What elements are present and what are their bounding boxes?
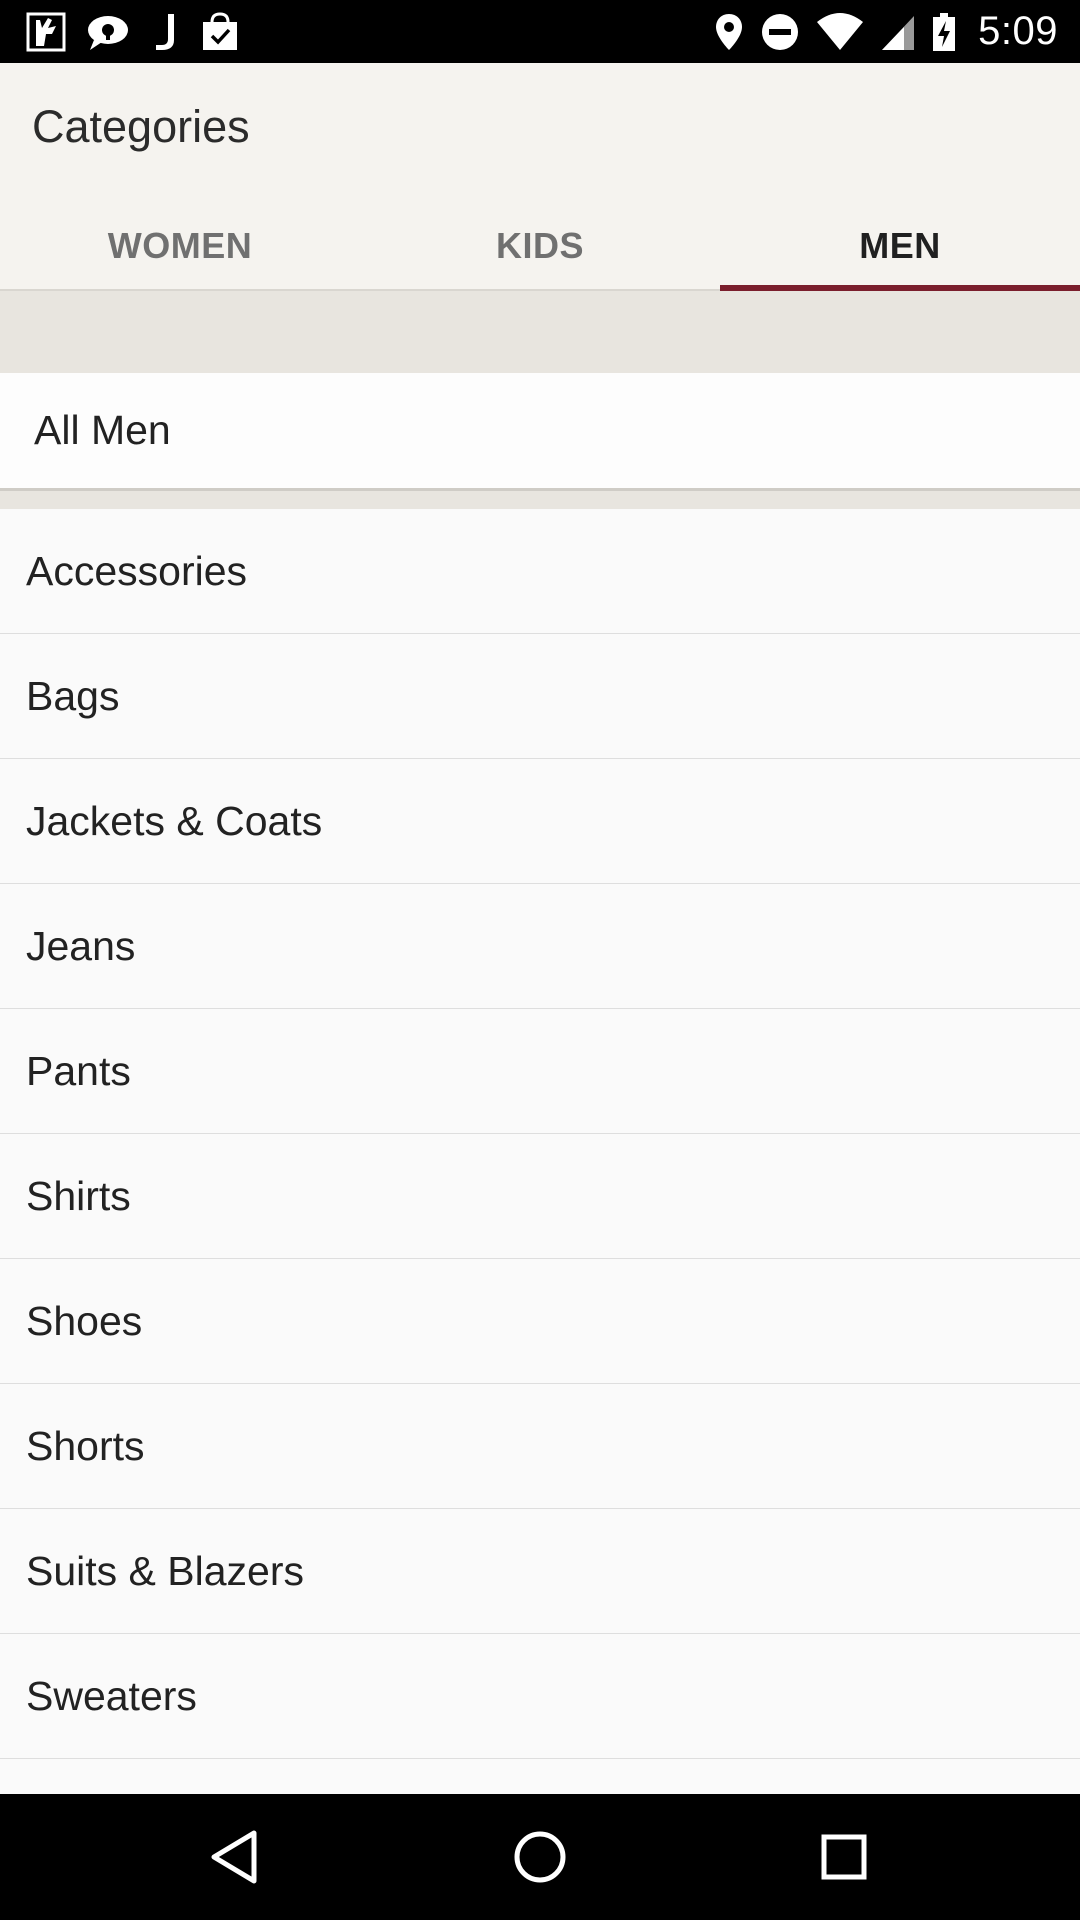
category-item-shoes[interactable]: Shoes (0, 1259, 1080, 1384)
tab-kids[interactable]: KIDS (360, 201, 720, 291)
cell-signal-icon (882, 15, 915, 50)
category-item-sweaters[interactable]: Sweaters (0, 1634, 1080, 1759)
category-item-jeans[interactable]: Jeans (0, 884, 1080, 1009)
status-bar: 5:09 (0, 0, 1080, 63)
tab-men[interactable]: MEN (720, 201, 1080, 293)
home-icon[interactable] (510, 1827, 570, 1887)
back-icon[interactable] (206, 1827, 266, 1887)
status-system-icons: 5:09 (698, 0, 1058, 63)
section-divider (0, 491, 1080, 509)
category-item-jackets-coats[interactable]: Jackets & Coats (0, 759, 1080, 884)
system-nav-bar (0, 1794, 1080, 1920)
category-item-shorts[interactable]: Shorts (0, 1384, 1080, 1509)
tab-women[interactable]: WOMEN (0, 201, 360, 291)
app-bar: Categories WOMEN KIDS MEN (0, 63, 1080, 293)
app-notification-icon (26, 12, 66, 51)
status-notification-icons (26, 0, 260, 63)
recents-icon[interactable] (814, 1827, 874, 1887)
wifi-icon (817, 12, 864, 50)
location-icon (716, 13, 743, 50)
all-men-item[interactable]: All Men (0, 373, 1080, 491)
section-spacer (0, 291, 1080, 373)
battery-charging-icon (933, 12, 956, 51)
category-item-suits-blazers[interactable]: Suits & Blazers (0, 1509, 1080, 1634)
category-item-pants[interactable]: Pants (0, 1009, 1080, 1134)
category-item-shirts[interactable]: Shirts (0, 1134, 1080, 1259)
page-title: Categories (32, 101, 250, 152)
chat-icon (88, 15, 128, 50)
do-not-disturb-icon (762, 13, 799, 50)
shopping-bag-icon (203, 11, 237, 50)
category-item-partial (0, 1759, 1080, 1794)
category-item-accessories[interactable]: Accessories (0, 509, 1080, 634)
category-list: Accessories Bags Jackets & Coats Jeans P… (0, 509, 1080, 1794)
category-item-bags[interactable]: Bags (0, 634, 1080, 759)
status-time: 5:09 (978, 9, 1058, 53)
j-app-icon (156, 13, 174, 50)
category-tabs: WOMEN KIDS MEN (0, 201, 1080, 293)
